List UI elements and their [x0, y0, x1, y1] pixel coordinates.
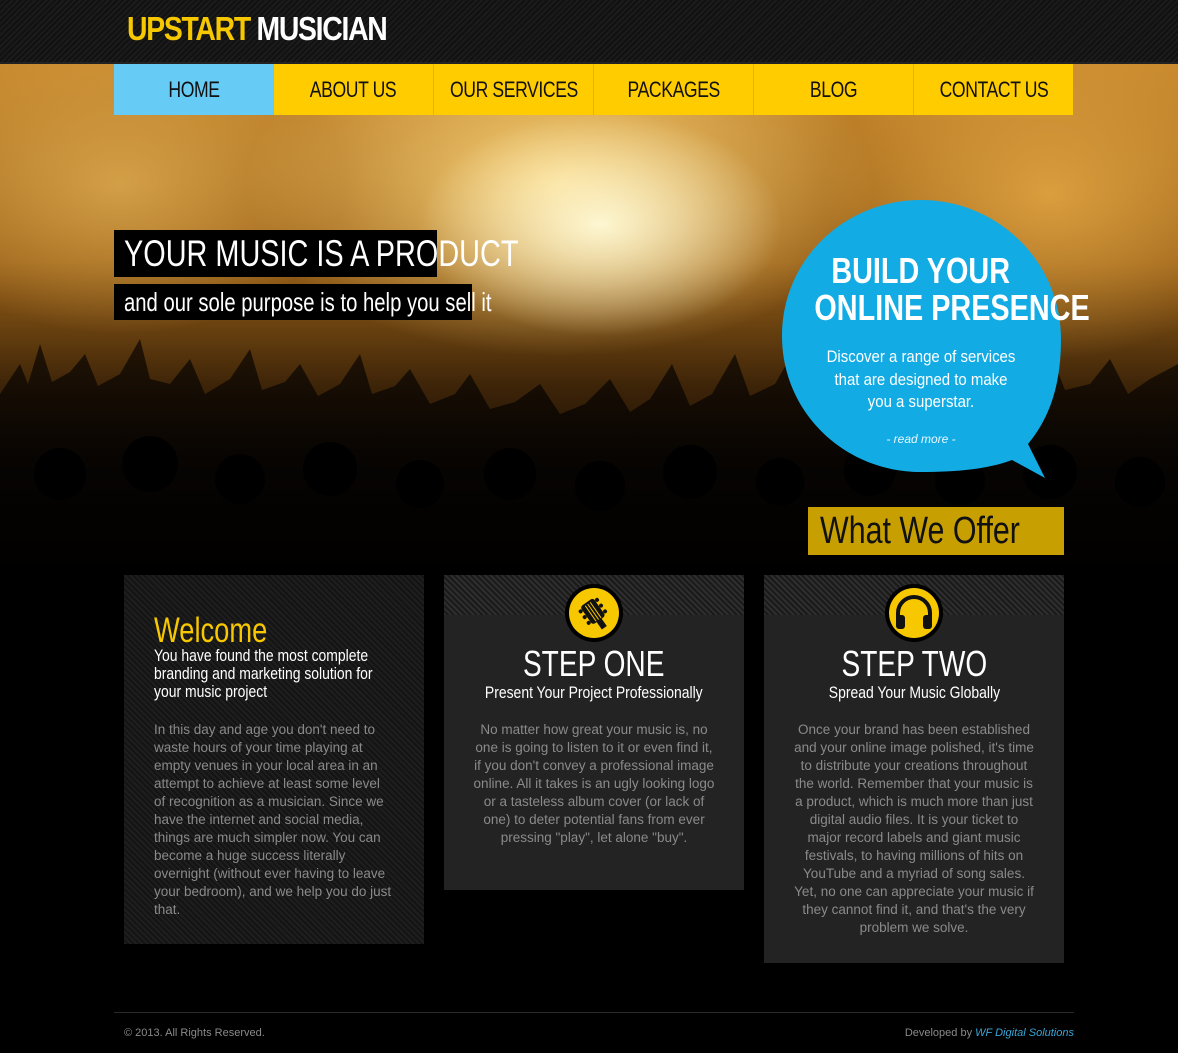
nav-label: CONTACT US: [939, 76, 1048, 102]
welcome-box: Welcome You have found the most complete…: [124, 575, 424, 944]
what-we-offer-banner: What We Offer: [808, 507, 1064, 555]
nav-item-contact-us[interactable]: CONTACT US: [914, 64, 1073, 115]
site-logo[interactable]: UPSTART MUSICIAN: [127, 10, 388, 48]
hero-headline-text: YOUR MUSIC IS A PRODUCT: [124, 233, 519, 274]
welcome-title: Welcome: [154, 611, 299, 651]
what-we-offer-label: What We Offer: [820, 510, 1070, 553]
bubble-description: Discover a range of services that are de…: [810, 346, 1032, 414]
welcome-subtitle-text: You have found the most complete brandin…: [154, 646, 373, 701]
nav-item-our-services[interactable]: OUR SERVICES: [434, 64, 594, 115]
nav-label: OUR SERVICES: [449, 76, 578, 102]
nav-item-home[interactable]: HOME: [114, 64, 274, 115]
hero-subline-text: and our sole purpose is to help you sell…: [124, 287, 492, 317]
what-we-offer-text: What We Offer: [820, 509, 1020, 552]
bubble-title: BUILD YOUR ONLINE PRESENCE: [780, 250, 1089, 326]
step-two-subtitle: Spread Your Music Globally: [764, 683, 1064, 703]
header-bar: UPSTART MUSICIAN: [0, 0, 1178, 64]
main-nav: HOME ABOUT US OUR SERVICES PACKAGES BLOG…: [114, 64, 1073, 115]
developer-credit: Developed by WF Digital Solutions: [905, 1027, 1074, 1039]
welcome-subtitle: You have found the most complete brandin…: [154, 647, 444, 701]
nav-label: ABOUT US: [310, 76, 397, 102]
hero-subline: and our sole purpose is to help you sell…: [114, 284, 492, 320]
nav-item-packages[interactable]: PACKAGES: [594, 64, 754, 115]
nav-item-about-us[interactable]: ABOUT US: [274, 64, 434, 115]
developed-by-label: Developed by: [904, 1027, 973, 1039]
developer-link[interactable]: WF Digital Solutions: [975, 1027, 1074, 1039]
logo-part-upstart: UPSTART: [127, 10, 251, 47]
step-one-subtitle-text: Present Your Project Professionally: [485, 683, 703, 702]
step-one-subtitle: Present Your Project Professionally: [444, 683, 744, 703]
welcome-body: In this day and age you don't need to wa…: [154, 722, 392, 917]
bubble-title-line2: ONLINE PRESENCE: [814, 287, 1090, 328]
hero-headline: YOUR MUSIC IS A PRODUCT: [114, 230, 518, 277]
step-two-body: Once your brand has been established and…: [794, 722, 1034, 935]
logo-part-musician: MUSICIAN: [256, 10, 387, 47]
read-more-link[interactable]: - read more -: [780, 432, 1062, 446]
copyright-text: © 2013. All Rights Reserved.: [124, 1027, 265, 1039]
step-two-box: STEP TWO Spread Your Music Globally Once…: [764, 575, 1064, 963]
nav-label: BLOG: [809, 76, 858, 102]
welcome-title-text: Welcome: [154, 611, 268, 650]
promo-bubble[interactable]: BUILD YOUR ONLINE PRESENCE Discover a ra…: [780, 198, 1090, 480]
step-one-body: No matter how great your music is, no on…: [473, 722, 715, 845]
step-two-title-text: STEP TWO: [841, 643, 987, 684]
step-two-subtitle-text: Spread Your Music Globally: [828, 683, 1000, 702]
nav-item-blog[interactable]: BLOG: [754, 64, 914, 115]
step-two-title: STEP TWO: [764, 643, 1064, 685]
step-one-title-text: STEP ONE: [523, 643, 665, 684]
bubble-title-line1: BUILD YOUR: [831, 250, 1011, 291]
guitar-icon: [565, 584, 623, 642]
bubble-description-text: Discover a range of services that are de…: [826, 347, 1016, 411]
step-one-title: STEP ONE: [444, 643, 744, 685]
nav-label: PACKAGES: [627, 76, 720, 102]
step-one-box: STEP ONE Present Your Project Profession…: [444, 575, 744, 890]
nav-label: HOME: [167, 76, 220, 102]
headphones-icon: [885, 584, 943, 642]
footer-divider: [114, 1012, 1074, 1013]
